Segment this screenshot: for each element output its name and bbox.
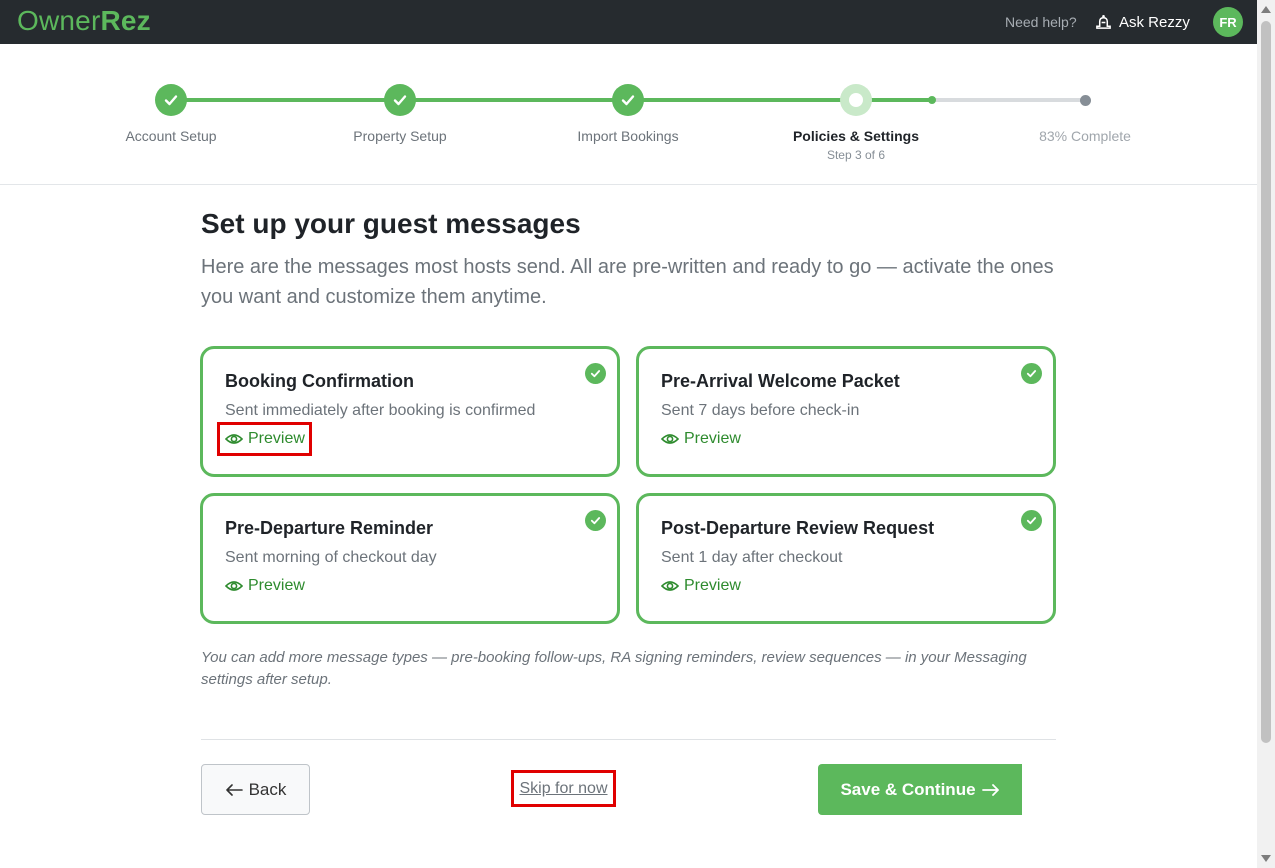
back-label: Back <box>248 779 287 799</box>
ownerrez-logo[interactable]: OwnerRez <box>17 5 151 37</box>
selected-check-icon[interactable] <box>1021 363 1042 384</box>
ask-rezzy-label: Ask Rezzy <box>1119 13 1190 31</box>
step-counter: Step 3 of 6 <box>826 148 886 162</box>
save-label: Save & Continue <box>840 779 976 799</box>
progress-line-remaining <box>932 98 1085 102</box>
eye-icon <box>661 434 679 444</box>
eye-icon <box>661 581 679 591</box>
card-description: Sent immediately after booking is confir… <box>225 402 536 419</box>
card-title: Pre-Departure Reminder <box>225 518 434 538</box>
message-card-pre-departure-reminder[interactable]: Pre-Departure Reminder Sent morning of c… <box>200 493 620 624</box>
step-final-indicator <box>1080 95 1091 106</box>
more-messages-note: You can add more message types — pre-boo… <box>201 649 1027 688</box>
arrow-left-icon <box>225 783 243 796</box>
scroll-down-arrow-icon[interactable] <box>1261 855 1271 862</box>
top-navigation-bar: OwnerRez Need help? Ask Rezzy FR <box>0 0 1257 44</box>
card-title: Post-Departure Review Request <box>661 518 935 538</box>
step-label-policies-settings: Policies & Settings <box>792 128 920 144</box>
progress-marker <box>928 96 936 104</box>
step-label-property-setup: Property Setup <box>353 128 447 144</box>
setup-progress-stepper: Account Setup Property Setup Import Book… <box>0 44 1257 185</box>
message-card-booking-confirmation[interactable]: Booking Confirmation Sent immediately af… <box>200 346 620 477</box>
step-account-setup-check-icon <box>155 84 187 116</box>
preview-label: Preview <box>248 577 305 594</box>
message-card-post-departure-review-request[interactable]: Post-Departure Review Request Sent 1 day… <box>636 493 1056 624</box>
footer-divider <box>201 739 1056 740</box>
save-and-continue-button[interactable]: Save & Continue <box>818 764 1022 815</box>
selected-check-icon[interactable] <box>585 363 606 384</box>
preview-label: Preview <box>684 577 741 594</box>
preview-link[interactable]: Preview <box>661 430 741 448</box>
eye-icon <box>225 581 243 591</box>
back-button[interactable]: Back <box>201 764 310 815</box>
need-help-link[interactable]: Need help? <box>1005 14 1077 30</box>
arrow-right-icon <box>981 783 999 796</box>
preview-label: Preview <box>248 430 305 447</box>
preview-link[interactable]: Preview <box>225 577 305 595</box>
step-label-account-setup: Account Setup <box>125 128 217 144</box>
selected-check-icon[interactable] <box>585 510 606 531</box>
page-scrollbar[interactable] <box>1257 0 1275 868</box>
card-title: Pre-Arrival Welcome Packet <box>661 371 900 391</box>
page-title: Set up your guest messages <box>201 208 581 239</box>
scroll-up-arrow-icon[interactable] <box>1261 6 1271 13</box>
eye-icon <box>225 434 243 444</box>
preview-label: Preview <box>684 430 741 447</box>
percent-complete: 83% Complete <box>1039 128 1131 144</box>
step-current-indicator <box>840 84 872 116</box>
scrollbar-thumb[interactable] <box>1261 21 1271 743</box>
step-label-import-bookings: Import Bookings <box>577 128 679 144</box>
progress-line-completed <box>171 98 932 102</box>
card-description: Sent morning of checkout day <box>225 549 437 566</box>
preview-link[interactable]: Preview <box>225 430 305 448</box>
message-card-pre-arrival-welcome-packet[interactable]: Pre-Arrival Welcome Packet Sent 7 days b… <box>636 346 1056 477</box>
card-description: Sent 7 days before check-in <box>661 402 860 419</box>
step-property-setup-check-icon <box>384 84 416 116</box>
ask-rezzy-button[interactable]: Ask Rezzy <box>1094 12 1190 32</box>
page-subtitle: Here are the messages most hosts send. A… <box>201 256 1054 308</box>
skip-for-now-link[interactable]: Skip for now <box>511 770 616 807</box>
card-description: Sent 1 day after checkout <box>661 549 843 566</box>
preview-link[interactable]: Preview <box>661 577 741 595</box>
selected-check-icon[interactable] <box>1021 510 1042 531</box>
rezzy-icon <box>1096 14 1111 29</box>
step-import-bookings-check-icon <box>612 84 644 116</box>
card-title: Booking Confirmation <box>225 371 414 391</box>
user-avatar[interactable]: FR <box>1213 7 1243 37</box>
